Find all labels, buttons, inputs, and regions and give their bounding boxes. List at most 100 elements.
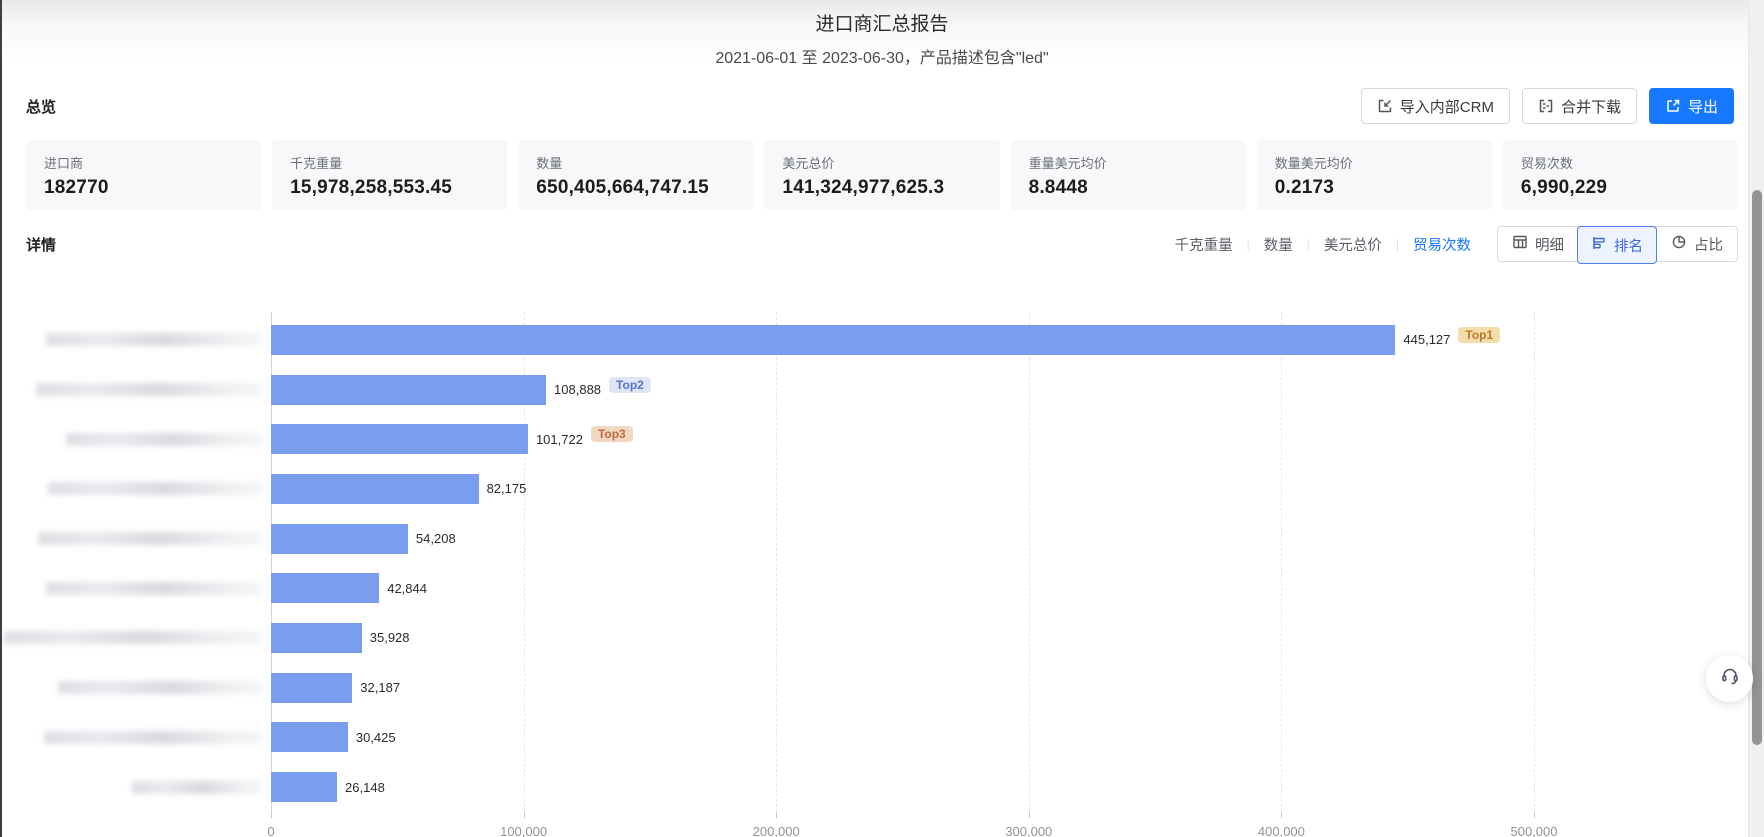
chart-row: 30,425 — [0, 713, 1764, 763]
metric-tab-kg-weight[interactable]: 千克重量 — [1175, 234, 1233, 255]
import-crm-button[interactable]: 导入内部CRM — [1361, 88, 1510, 124]
axis-tick — [271, 812, 272, 818]
blurred-company-name — [132, 781, 262, 794]
chart-row: 42,844 — [0, 563, 1764, 613]
blurred-company-name — [66, 433, 262, 446]
category-label-redacted — [0, 383, 271, 396]
page-title: 进口商汇总报告 — [0, 12, 1764, 38]
category-label-redacted — [0, 532, 271, 545]
import-icon — [1377, 98, 1393, 114]
stat-card-label: 贸易次数 — [1521, 153, 1720, 172]
stat-card-usd-per-quantity: 数量美元均价 0.2173 — [1257, 140, 1492, 210]
stat-card-trade-count: 贸易次数 6,990,229 — [1503, 140, 1738, 210]
blurred-company-name — [46, 333, 262, 346]
x-axis-label: 500,000 — [1511, 824, 1558, 837]
axis-tick — [1534, 812, 1535, 818]
bar-area: 26,148 — [271, 772, 1764, 802]
chart-row: 26,148 — [0, 762, 1764, 812]
x-axis-label: 400,000 — [1258, 824, 1305, 837]
stat-card-value: 141,324,977,625.3 — [782, 177, 981, 199]
bar-area: 101,722Top3 — [271, 424, 1764, 454]
chart-row: 101,722Top3 — [0, 414, 1764, 464]
page-subtitle: 2021-06-01 至 2023-06-30，产品描述包含"led" — [0, 44, 1764, 68]
chart-row: 54,208 — [0, 514, 1764, 564]
ranking-icon — [1591, 235, 1607, 255]
blurred-company-name — [36, 383, 262, 396]
metric-tab-usd-total[interactable]: 美元总价 — [1324, 234, 1382, 255]
x-axis-label: 300,000 — [1005, 824, 1052, 837]
vertical-scrollbar[interactable] — [1748, 0, 1764, 837]
bar[interactable] — [271, 722, 348, 752]
category-label-redacted — [0, 333, 271, 346]
chart-row: 445,127 Top1 — [0, 315, 1764, 365]
bar-area: 108,888Top2 — [271, 375, 1764, 405]
category-label-redacted — [0, 681, 271, 694]
stat-card-label: 数量美元均价 — [1275, 153, 1474, 172]
import-crm-label: 导入内部CRM — [1400, 96, 1494, 117]
metric-tab-trade-count[interactable]: 贸易次数 — [1413, 234, 1471, 255]
stat-card-usd-total: 美元总价 141,324,977,625.3 — [764, 140, 999, 210]
rank-badge: Top1 — [1458, 327, 1500, 343]
bar[interactable] — [271, 375, 546, 405]
bar-area: 30,425 — [271, 722, 1764, 752]
merge-download-button[interactable]: 合并下载 — [1522, 88, 1637, 124]
customer-service-button[interactable] — [1706, 655, 1753, 702]
bar-area: 32,187 — [271, 673, 1764, 703]
bar[interactable] — [271, 772, 337, 802]
bar-value-label: 32,187 — [360, 680, 400, 695]
chart-row: 35,928 — [0, 613, 1764, 663]
bar-value-label: 445,127 — [1403, 332, 1450, 347]
bar[interactable] — [271, 474, 479, 504]
stat-cards: 进口商 182770 千克重量 15,978,258,553.45 数量 650… — [26, 140, 1738, 210]
view-tab-label: 占比 — [1694, 234, 1723, 255]
bar-area: 82,175 — [271, 474, 1764, 504]
stat-card-label: 美元总价 — [782, 153, 981, 172]
bar[interactable] — [271, 424, 528, 454]
x-axis: 0100,000200,000300,000400,000500,000 — [271, 824, 1534, 837]
bar[interactable] — [271, 673, 352, 703]
left-window-border — [0, 0, 2, 837]
bar-area: 42,844 — [271, 573, 1764, 603]
overview-section-label: 总览 — [26, 96, 56, 117]
stat-card-value: 15,978,258,553.45 — [290, 177, 489, 199]
bar-value-label: 35,928 — [370, 630, 410, 645]
header-actions: 导入内部CRM 合并下载 导出 — [1361, 88, 1734, 124]
chart-row: 82,175 — [0, 464, 1764, 514]
category-label-redacted — [0, 631, 271, 644]
bar-area: 54,208 — [271, 524, 1764, 554]
bar-value-label: 30,425 — [356, 730, 396, 745]
blurred-company-name — [46, 582, 262, 595]
x-axis-label: 100,000 — [500, 824, 547, 837]
export-label: 导出 — [1688, 96, 1718, 117]
export-button[interactable]: 导出 — [1649, 88, 1734, 124]
bar[interactable] — [271, 524, 408, 554]
bar[interactable] — [271, 573, 379, 603]
scrollbar-thumb[interactable] — [1752, 190, 1762, 745]
bar[interactable] — [271, 623, 362, 653]
stat-card-label: 千克重量 — [290, 153, 489, 172]
metric-tabs: 千克重量 | 数量 | 美元总价 | 贸易次数 — [1175, 234, 1471, 255]
metric-tab-divider: | — [1396, 237, 1399, 251]
metric-tab-quantity[interactable]: 数量 — [1264, 234, 1293, 255]
stat-card-label: 重量美元均价 — [1029, 153, 1228, 172]
bar[interactable] — [271, 325, 1395, 355]
view-tab-detail[interactable]: 明细 — [1498, 227, 1578, 261]
axis-tick — [776, 812, 777, 818]
rank-badge: Top2 — [609, 377, 651, 393]
report-header: 进口商汇总报告 2021-06-01 至 2023-06-30，产品描述包含"l… — [0, 0, 1764, 68]
bar-area: 445,127 Top1 — [271, 325, 1764, 355]
blurred-company-name — [48, 482, 262, 495]
axis-tick — [524, 812, 525, 818]
category-label-redacted — [0, 781, 271, 794]
bar-value-label: 82,175 — [487, 481, 527, 496]
stat-card-importers: 进口商 182770 — [26, 140, 261, 210]
bar-value-label: 101,722 — [536, 432, 583, 447]
stat-card-value: 650,405,664,747.15 — [536, 177, 735, 199]
pie-icon — [1671, 234, 1687, 254]
bar-area: 35,928 — [271, 623, 1764, 653]
stat-card-usd-per-weight: 重量美元均价 8.8448 — [1011, 140, 1246, 210]
view-tab-ranking[interactable]: 排名 — [1577, 226, 1657, 264]
axis-tick — [1281, 812, 1282, 818]
view-tab-proportion[interactable]: 占比 — [1656, 227, 1737, 261]
metric-tab-divider: | — [1247, 237, 1250, 251]
